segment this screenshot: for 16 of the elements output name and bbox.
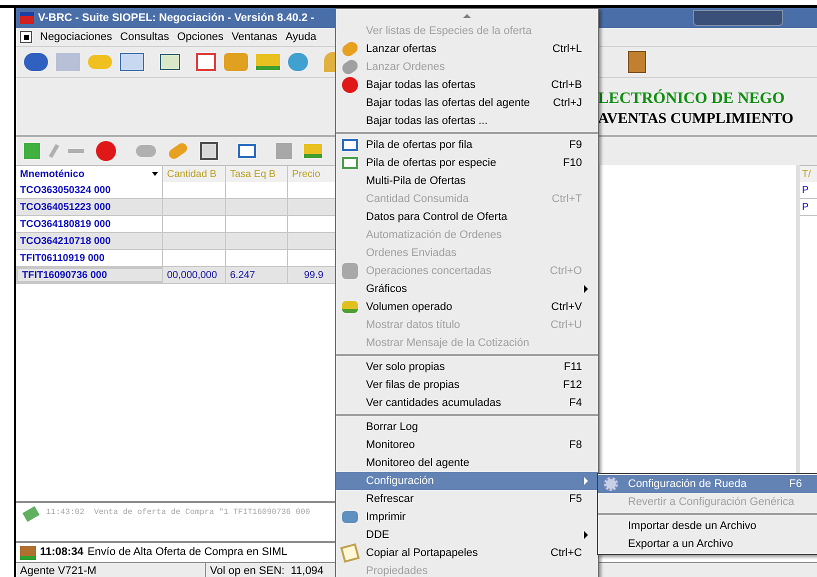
table-cell-text: TCO364180819 000 xyxy=(20,218,111,232)
table-cell-text: 6.247 xyxy=(230,268,256,282)
table-cell-text: TCO364051223 000 xyxy=(20,200,111,214)
log-entry: 11:43:02 Venta de oferta de Compra "1 TFIT16090736 000 xyxy=(46,507,310,519)
window-title: V-BRC - Suite SIOPEL: Negociación - Versión 8.40.2 - xyxy=(38,10,314,26)
table-cell-text: 00,000,000 xyxy=(167,268,218,282)
table-cell-text: TCO363050324 000 xyxy=(20,184,111,198)
table-cell-text: 99.9 xyxy=(304,268,324,282)
table-cell: P xyxy=(800,182,817,199)
status-bar-field: Agente V721-M xyxy=(16,563,206,577)
table-cell-text: TFIT16090736 000 xyxy=(22,268,108,282)
banner-subtitle: AVENTAS CUMPLIMIENTO xyxy=(598,110,794,128)
table-cell-text: TFIT06110919 000 xyxy=(20,252,105,266)
table-cell-text: TCO364210718 000 xyxy=(20,234,111,248)
banner-title: LECTRÓNICO DE NEGO xyxy=(598,88,786,109)
table-cell: P xyxy=(800,199,817,216)
